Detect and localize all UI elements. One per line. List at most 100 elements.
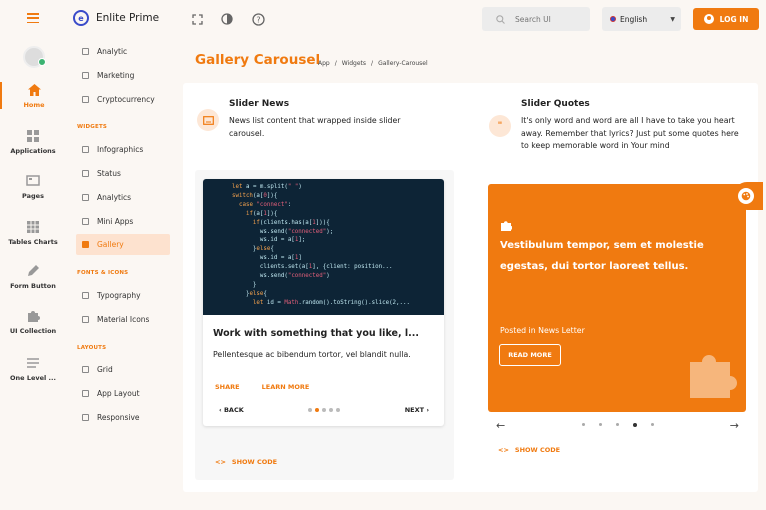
theme-settings-button[interactable] bbox=[733, 182, 763, 210]
chevron-left-icon: ‹ bbox=[219, 406, 222, 414]
section-heading-fonts-icons: FONTS & ICONS bbox=[77, 270, 129, 276]
show-code-button-news[interactable]: <> SHOW CODE bbox=[215, 458, 277, 466]
rail-item-home[interactable]: Home bbox=[0, 82, 66, 109]
puzzle-icon bbox=[501, 221, 512, 231]
pagination-dot[interactable] bbox=[336, 408, 341, 412]
search-box[interactable] bbox=[482, 7, 590, 31]
pen-icon bbox=[25, 263, 41, 279]
top-bar: e Enlite Prime ? English ▼ LOG IN bbox=[0, 0, 766, 40]
pagination-dot-active[interactable] bbox=[315, 408, 320, 412]
slider-news-title: Slider News bbox=[229, 99, 290, 109]
share-button[interactable]: SHARE bbox=[215, 383, 240, 391]
next-button[interactable]: NEXT › bbox=[405, 406, 429, 414]
page-icon bbox=[82, 315, 89, 323]
page-icon bbox=[82, 47, 89, 55]
news-pagination-dots bbox=[308, 408, 341, 412]
palette-icon bbox=[738, 188, 754, 204]
pages-icon bbox=[25, 173, 41, 189]
brand-logo[interactable]: e Enlite Prime bbox=[73, 10, 159, 26]
slider-quotes-description: It's only word and word are all I have t… bbox=[521, 116, 739, 150]
breadcrumb-separator: / bbox=[371, 60, 374, 67]
pagination-dot[interactable] bbox=[650, 423, 654, 426]
side-rail: Home Applications Pages Tables Charts Fo… bbox=[0, 40, 66, 510]
show-code-button-quotes[interactable]: <> SHOW CODE bbox=[498, 446, 560, 454]
news-card-actions: SHARE LEARN MORE bbox=[215, 383, 309, 391]
news-carousel-nav: ‹ BACK NEXT › bbox=[219, 406, 429, 414]
page-icon bbox=[82, 389, 89, 397]
svg-text:?: ? bbox=[256, 15, 260, 24]
back-button[interactable]: ‹ BACK bbox=[219, 406, 244, 414]
page-icon bbox=[82, 365, 89, 373]
home-icon bbox=[26, 82, 42, 98]
subnav-item-grid[interactable]: Grid bbox=[76, 359, 170, 379]
account-icon bbox=[703, 14, 714, 24]
slider-quotes-header: " Slider Quotes It's only word and word … bbox=[489, 99, 746, 153]
subnav-item-cryptocurrency[interactable]: Cryptocurrency bbox=[76, 89, 170, 109]
subnav-item-infographics[interactable]: Infographics bbox=[76, 139, 170, 159]
read-more-button[interactable]: READ MORE bbox=[499, 344, 561, 366]
code-icon: <> bbox=[498, 446, 509, 454]
puzzle-icon bbox=[25, 308, 41, 324]
login-button[interactable]: LOG IN bbox=[693, 8, 759, 30]
list-icon bbox=[25, 355, 41, 371]
slider-quotes-title: Slider Quotes bbox=[521, 99, 590, 109]
subnav-item-status[interactable]: Status bbox=[76, 163, 170, 183]
subnav-item-responsive[interactable]: Responsive bbox=[76, 407, 170, 427]
pagination-dot[interactable] bbox=[581, 423, 585, 426]
code-image: let a = m.split(" ") switch(a[0]){ case … bbox=[203, 179, 444, 315]
chevron-down-icon: ▼ bbox=[670, 15, 675, 23]
quote-pagination-dots bbox=[581, 423, 654, 427]
logo-icon: e bbox=[73, 10, 89, 26]
breadcrumb-app[interactable]: App bbox=[318, 60, 330, 67]
arrow-left-icon[interactable]: ← bbox=[496, 419, 505, 432]
page-icon bbox=[82, 291, 89, 299]
subnav-item-mini-apps[interactable]: Mini Apps bbox=[76, 211, 170, 231]
search-input[interactable] bbox=[515, 14, 575, 24]
pagination-dot[interactable] bbox=[322, 408, 327, 412]
subnav-item-material-icons[interactable]: Material Icons bbox=[76, 309, 170, 329]
help-icon[interactable]: ? bbox=[251, 12, 265, 26]
table-icon bbox=[25, 219, 41, 235]
rail-item-pages[interactable]: Pages bbox=[0, 173, 66, 200]
quote-slide-card: Vestibulum tempor, sem et molestie egest… bbox=[488, 184, 746, 412]
section-heading-layouts: LAYOUTS bbox=[77, 345, 107, 351]
brand-name: Enlite Prime bbox=[96, 12, 160, 24]
breadcrumb: App / Widgets / Gallery-Carousel bbox=[318, 60, 428, 67]
page-icon bbox=[82, 217, 89, 225]
subnav-item-analytics[interactable]: Analytics bbox=[76, 187, 170, 207]
rail-item-ui-collection[interactable]: UI Collection bbox=[0, 308, 66, 335]
pagination-dot[interactable] bbox=[329, 408, 334, 412]
rail-item-applications[interactable]: Applications bbox=[0, 128, 66, 155]
page-icon bbox=[82, 241, 89, 248]
news-card-title: Work with something that you like, l... bbox=[213, 328, 419, 339]
menu-icon[interactable] bbox=[27, 13, 39, 23]
rail-item-form-button[interactable]: Form Button bbox=[0, 263, 66, 290]
page-icon bbox=[82, 95, 89, 103]
arrow-right-icon[interactable]: → bbox=[730, 419, 739, 432]
section-heading-widgets: WIDGETS bbox=[77, 124, 108, 130]
page-icon bbox=[82, 413, 89, 421]
pagination-dot-active[interactable] bbox=[632, 423, 637, 427]
learn-more-button[interactable]: LEARN MORE bbox=[262, 383, 310, 391]
breadcrumb-widgets[interactable]: Widgets bbox=[342, 60, 366, 67]
subnav-item-app-layout[interactable]: App Layout bbox=[76, 383, 170, 403]
subnav-item-analytic[interactable]: Analytic bbox=[76, 41, 170, 61]
pagination-dot[interactable] bbox=[308, 408, 313, 412]
rail-item-one-level[interactable]: One Level ... bbox=[0, 355, 66, 382]
contrast-icon[interactable] bbox=[220, 12, 234, 26]
language-select[interactable]: English ▼ bbox=[602, 7, 681, 31]
subnav-item-marketing[interactable]: Marketing bbox=[76, 65, 170, 85]
rail-item-tables-charts[interactable]: Tables Charts bbox=[0, 219, 66, 246]
subnav-item-typography[interactable]: Typography bbox=[76, 285, 170, 305]
language-label: English bbox=[620, 14, 648, 24]
quote-carousel-nav: ← → bbox=[496, 419, 739, 432]
avatar[interactable] bbox=[23, 46, 46, 68]
pagination-dot[interactable] bbox=[598, 423, 602, 426]
posted-in: Posted in News Letter bbox=[500, 326, 585, 335]
slider-news-description: News list content that wrapped inside sl… bbox=[229, 116, 401, 138]
fullscreen-icon[interactable] bbox=[190, 12, 204, 26]
quote-icon: " bbox=[489, 115, 511, 137]
subnav-item-gallery[interactable]: Gallery bbox=[76, 234, 170, 255]
breadcrumb-current: Gallery-Carousel bbox=[378, 60, 428, 67]
pagination-dot[interactable] bbox=[615, 423, 619, 426]
